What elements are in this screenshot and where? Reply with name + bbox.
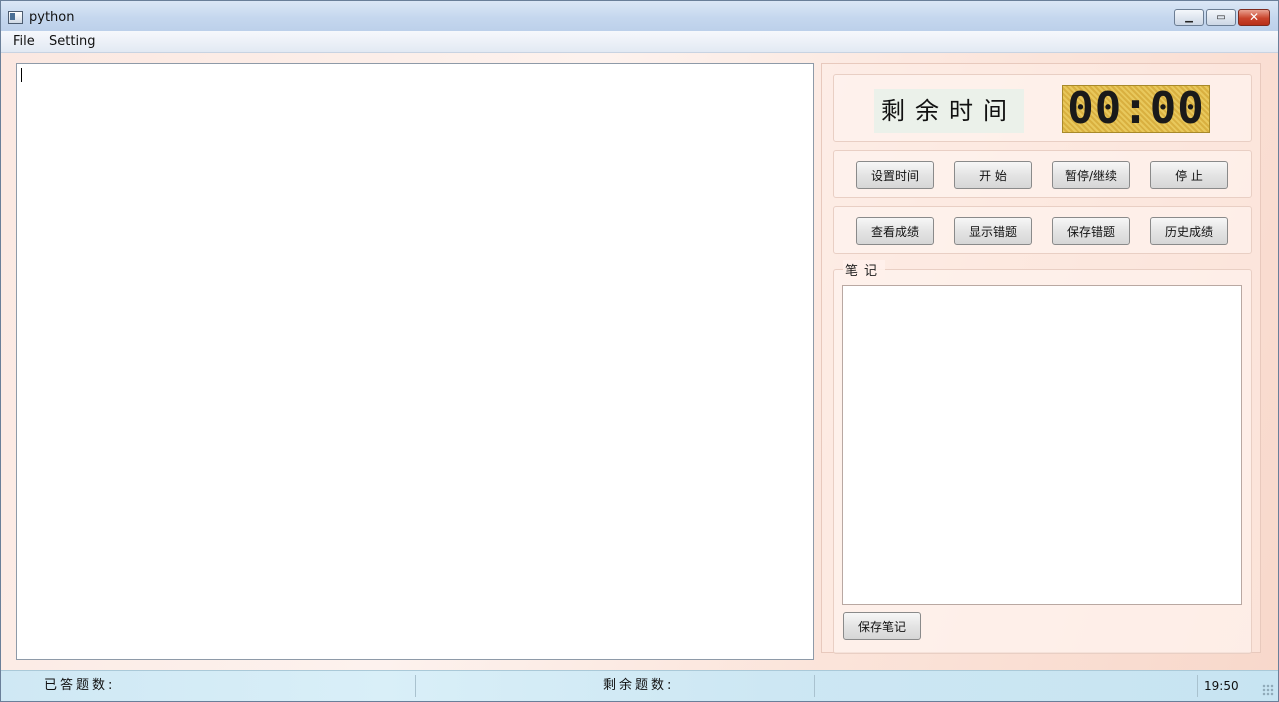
set-time-button[interactable]: 设置时间	[856, 161, 934, 189]
clock-time: 19:50	[1197, 675, 1252, 697]
close-button[interactable]: ✕	[1238, 9, 1270, 26]
window-title: python	[29, 10, 75, 25]
text-caret	[21, 68, 22, 82]
main-content: 剩余时间 00:00 设置时间 开 始 暂停/继续 停 止 查看成绩 显示错题 …	[1, 53, 1278, 670]
timer-controls-group: 设置时间 开 始 暂停/继续 停 止	[833, 150, 1252, 198]
stop-button[interactable]: 停 止	[1150, 161, 1228, 189]
view-score-button[interactable]: 查看成绩	[856, 217, 934, 245]
pause-resume-button[interactable]: 暂停/继续	[1052, 161, 1130, 189]
answered-count-label: 已答题数:	[18, 675, 416, 697]
question-text-area[interactable]	[16, 63, 814, 660]
title-bar[interactable]: python ▁ ▭ ✕	[1, 1, 1278, 32]
status-bar: 已答题数: 剩余题数: 19:50	[1, 670, 1278, 701]
minimize-button[interactable]: ▁	[1174, 9, 1204, 26]
menu-file[interactable]: File	[13, 34, 35, 49]
timer-display-value: 00:00	[1067, 83, 1205, 134]
save-notes-button[interactable]: 保存笔记	[843, 612, 921, 640]
close-icon: ✕	[1248, 10, 1260, 24]
show-mistakes-button[interactable]: 显示错题	[954, 217, 1032, 245]
notes-title: 笔记	[843, 260, 886, 279]
timer-display: 00:00	[1062, 85, 1210, 133]
menu-bar: File Setting	[1, 31, 1278, 53]
main-window: python ▁ ▭ ✕ File Setting 剩余时间 00:00 设置时…	[0, 0, 1279, 702]
maximize-icon: ▭	[1216, 12, 1226, 23]
timer-group: 剩余时间 00:00	[833, 74, 1252, 142]
notes-text-area[interactable]	[842, 285, 1242, 605]
save-mistakes-button[interactable]: 保存错题	[1052, 217, 1130, 245]
score-history-button[interactable]: 历史成绩	[1150, 217, 1228, 245]
resize-grip-icon[interactable]	[1262, 684, 1274, 696]
app-window-icon	[8, 11, 23, 24]
remaining-count-label: 剩余题数:	[417, 675, 815, 697]
menu-setting[interactable]: Setting	[49, 34, 96, 49]
start-button[interactable]: 开 始	[954, 161, 1032, 189]
results-tools-group: 查看成绩 显示错题 保存错题 历史成绩	[833, 206, 1252, 254]
minimize-icon: ▁	[1185, 12, 1193, 23]
maximize-button[interactable]: ▭	[1206, 9, 1236, 26]
remaining-time-label: 剩余时间	[874, 89, 1024, 133]
right-panel: 剩余时间 00:00 设置时间 开 始 暂停/继续 停 止 查看成绩 显示错题 …	[821, 63, 1261, 654]
